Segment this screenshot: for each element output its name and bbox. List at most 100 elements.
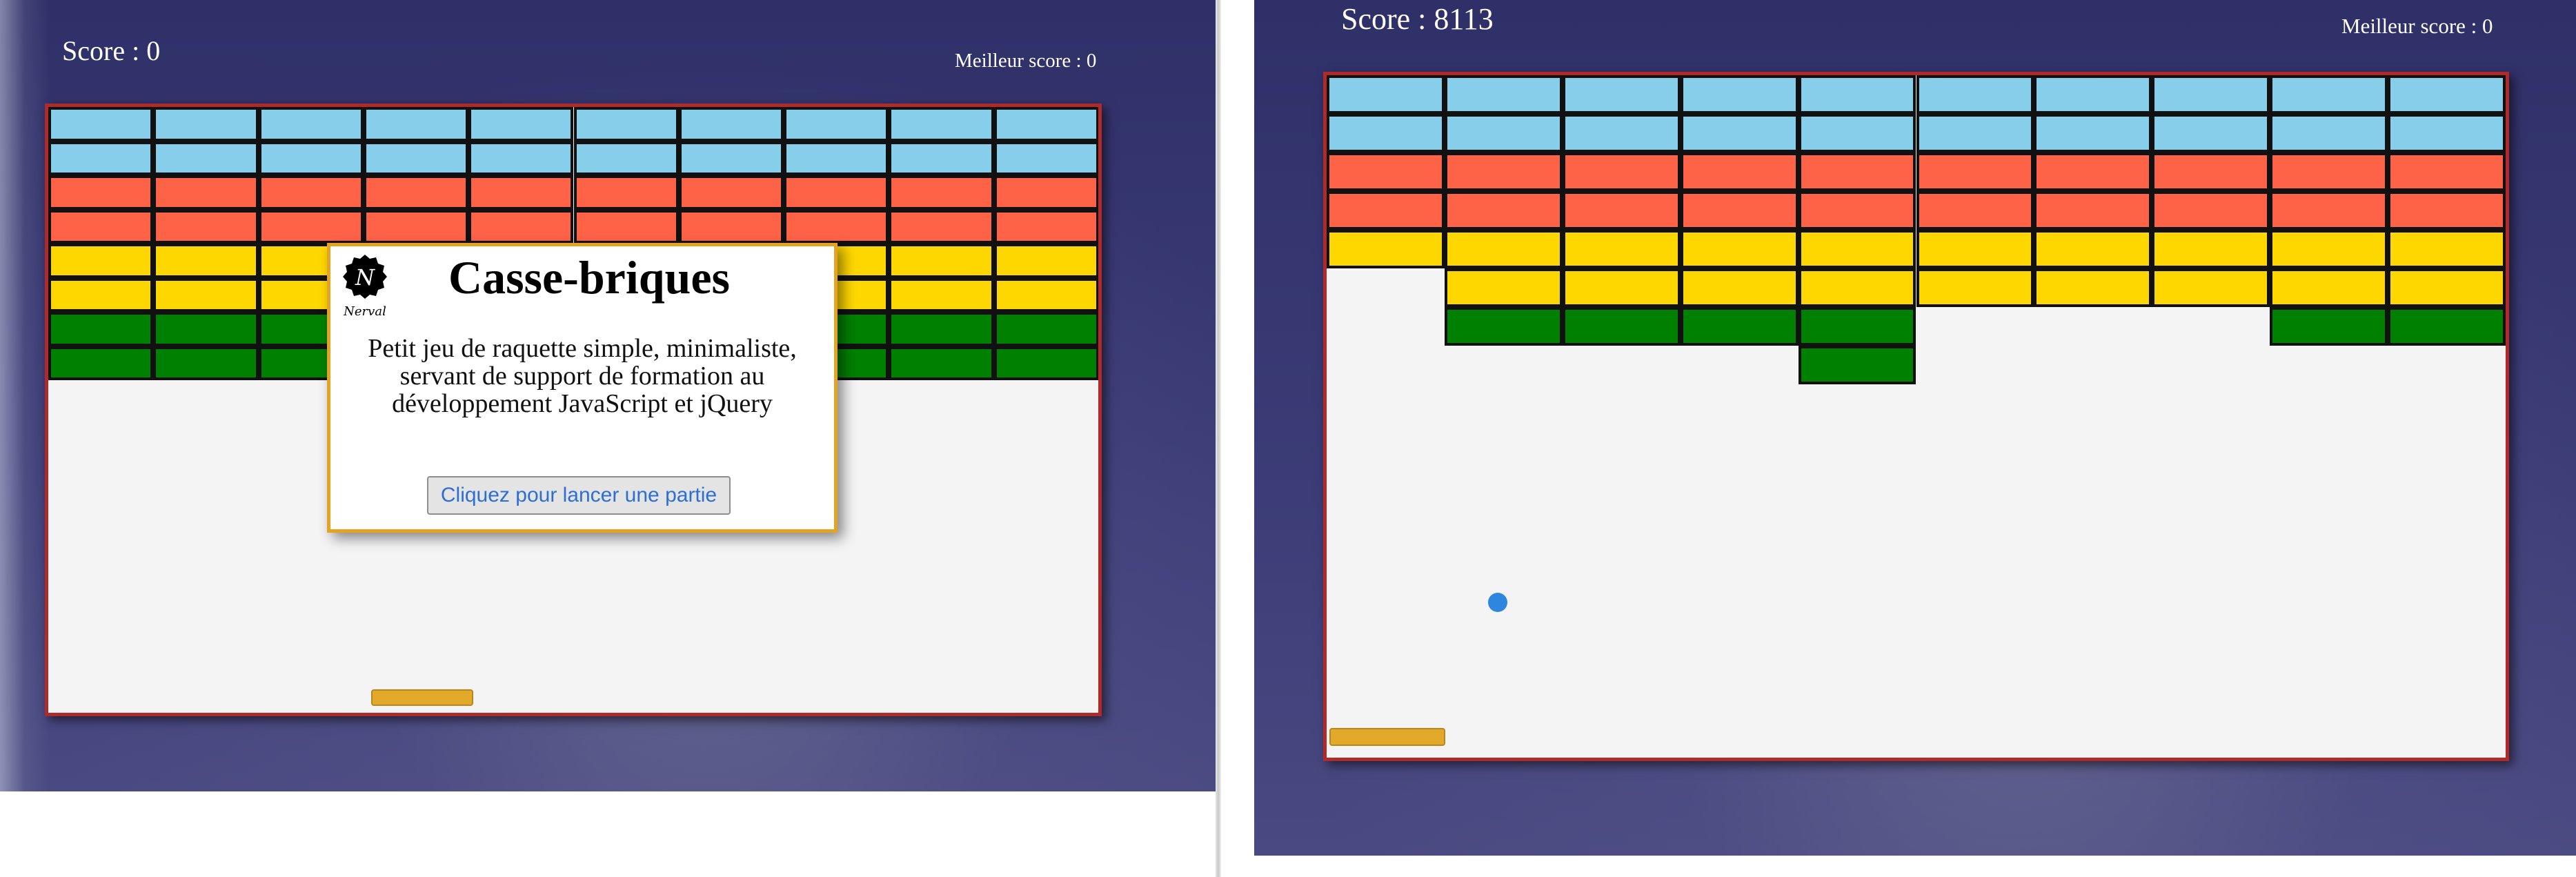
brick <box>1680 75 1799 114</box>
brick <box>1680 191 1799 230</box>
right-game-screen: Score : 8113 Meilleur score : 0 <box>1254 0 2576 856</box>
brick <box>153 244 259 278</box>
brick <box>784 209 889 244</box>
brick <box>2034 114 2152 152</box>
brick <box>1327 230 1445 268</box>
brick <box>993 277 1098 312</box>
brick <box>993 346 1098 380</box>
brick <box>1916 191 2034 230</box>
brick <box>363 209 469 244</box>
brick <box>153 107 259 141</box>
brick <box>993 141 1098 175</box>
brick <box>573 141 679 175</box>
brick <box>1327 114 1445 152</box>
brick <box>2388 230 2506 268</box>
brick <box>1562 307 1681 346</box>
brick <box>1916 75 2034 114</box>
brick <box>678 209 784 244</box>
brick <box>2270 230 2388 268</box>
brick <box>993 209 1098 244</box>
brick <box>784 141 889 175</box>
brick <box>153 312 259 346</box>
brick <box>153 175 259 210</box>
brick <box>1916 268 2034 307</box>
paddle[interactable] <box>371 689 473 706</box>
brick <box>1798 268 1916 307</box>
left-game-screen: Score : 0 Meilleur score : 0 N Nerval Ca… <box>0 0 1216 791</box>
brick <box>889 107 994 141</box>
brick <box>2270 75 2388 114</box>
brick <box>48 277 154 312</box>
brick <box>48 209 154 244</box>
brick <box>153 209 259 244</box>
desc-line-2: servant de support de formation au <box>399 362 765 391</box>
brick <box>1916 114 2034 152</box>
brick <box>889 277 994 312</box>
brick <box>258 209 364 244</box>
brick <box>1444 75 1563 114</box>
brick <box>1327 152 1445 191</box>
brick <box>2388 307 2506 346</box>
brick <box>2152 191 2270 230</box>
brick <box>1798 307 1916 346</box>
brick <box>678 141 784 175</box>
brick <box>2270 307 2388 346</box>
brick <box>153 277 259 312</box>
desc-line-3: développement JavaScript et jQuery <box>392 389 773 418</box>
brick <box>1562 268 1681 307</box>
game-board[interactable] <box>1323 72 2509 761</box>
brick <box>2270 152 2388 191</box>
brick <box>889 244 994 278</box>
brick <box>2034 268 2152 307</box>
brick <box>2152 268 2270 307</box>
brick <box>1562 75 1681 114</box>
brick <box>48 141 154 175</box>
brick <box>468 175 574 210</box>
start-game-button[interactable]: Cliquez pour lancer une partie <box>427 476 731 515</box>
brick <box>2388 191 2506 230</box>
brick <box>573 209 679 244</box>
brick <box>1798 75 1916 114</box>
brick <box>1562 230 1681 268</box>
brick <box>48 244 154 278</box>
split-divider <box>1216 0 1221 877</box>
brick <box>1327 75 1445 114</box>
brick <box>48 107 154 141</box>
brick <box>153 141 259 175</box>
brick <box>48 346 154 380</box>
brick <box>2152 75 2270 114</box>
start-modal: N Nerval Casse-briques Petit jeu de raqu… <box>327 243 838 533</box>
logo-text: Nerval <box>343 304 386 319</box>
brick <box>2388 114 2506 152</box>
brick <box>993 175 1098 210</box>
brick <box>1680 114 1799 152</box>
brick <box>889 209 994 244</box>
brick <box>573 107 679 141</box>
brick <box>258 107 364 141</box>
ball <box>1488 593 1507 612</box>
brick <box>889 312 994 346</box>
brick <box>2034 191 2152 230</box>
modal-title: Casse-briques <box>448 251 731 304</box>
brick <box>2152 114 2270 152</box>
brick <box>1562 114 1681 152</box>
brick <box>2270 191 2388 230</box>
brick <box>363 175 469 210</box>
paddle[interactable] <box>1329 728 1445 746</box>
brick <box>2034 230 2152 268</box>
brick <box>1680 307 1799 346</box>
best-score-label: Meilleur score : 0 <box>955 50 1097 72</box>
brick <box>573 175 679 210</box>
brick <box>889 175 994 210</box>
brick <box>993 312 1098 346</box>
brick <box>1562 191 1681 230</box>
brick <box>678 107 784 141</box>
brick <box>468 209 574 244</box>
brick <box>153 346 259 380</box>
brick <box>1798 346 1916 384</box>
brick <box>1444 230 1563 268</box>
brick <box>2388 268 2506 307</box>
brick <box>1680 230 1799 268</box>
brick <box>2270 268 2388 307</box>
brick <box>258 175 364 210</box>
